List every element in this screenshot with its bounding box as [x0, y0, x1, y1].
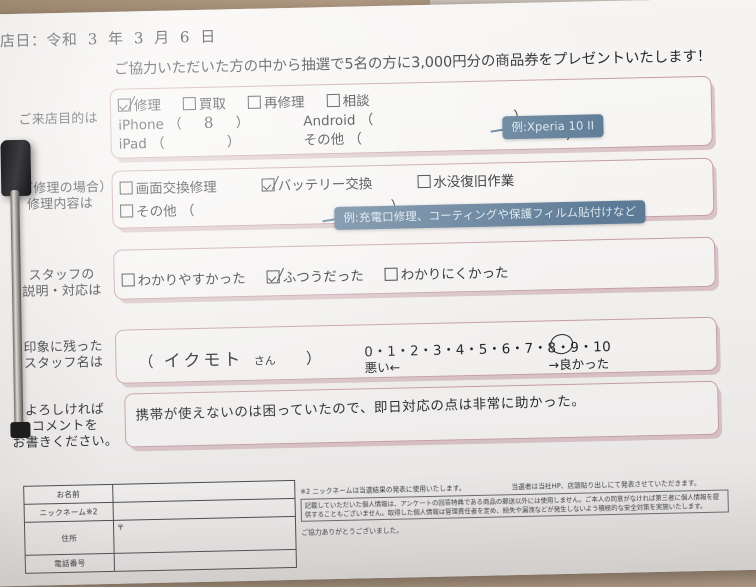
- purpose-option-rerepair[interactable]: 再修理: [247, 91, 305, 112]
- purpose-field-ipad-label: iPad: [118, 136, 148, 153]
- explanation-option-clear[interactable]: わかりやすかった: [121, 267, 246, 290]
- repair-option-battery[interactable]: バッテリー交換: [261, 172, 373, 195]
- purpose-example-tooltip: 例:Xperia 10 II: [502, 114, 604, 140]
- clipboard-clip-rod: [10, 189, 24, 431]
- repair-option-screen[interactable]: 画面交換修理: [119, 176, 217, 198]
- contact-value-address[interactable]: 〒: [113, 516, 297, 554]
- fine-print-note-left: ※2 ニックネームは当選結果の発表に使用いたします。: [300, 484, 466, 496]
- purpose-option-repair[interactable]: 修理: [117, 94, 161, 115]
- contact-value-phone[interactable]: [114, 549, 297, 572]
- staffname-close: ）: [305, 349, 322, 368]
- rating-low-label: 悪い←: [364, 359, 401, 376]
- repair-option-battery-label: バッテリー交換: [277, 176, 373, 195]
- visit-date-label: 来店日：令和: [0, 30, 78, 51]
- purpose-field-other-label: その他: [303, 131, 345, 149]
- visit-date-month-value: 3: [133, 29, 145, 48]
- checkbox-water-damage-icon[interactable]: [417, 174, 431, 189]
- staffname-rating-box[interactable]: （ イクモト さん ） 0・1・2・3・4・5・6・7・8・9・10 悪い← →…: [114, 316, 718, 384]
- checkbox-screen-repair-icon[interactable]: [119, 181, 133, 195]
- contact-info-table[interactable]: お名前 ニックネーム※2 住所 〒 電話番号: [23, 479, 297, 574]
- purpose-field-ipad-close: ）: [226, 134, 241, 151]
- checkbox-normal-icon[interactable]: [266, 270, 280, 284]
- purpose-field-other-open: （: [348, 131, 363, 148]
- fine-print-section: ※2 ニックネームは当選結果の発表に使用いたします。 当選者は当社HP、店頭貼り出…: [300, 476, 729, 537]
- purpose-field-iphone-open: （: [167, 116, 182, 133]
- checkbox-hard-to-understand-icon[interactable]: [384, 267, 398, 281]
- purpose-field-ipad-value[interactable]: [169, 132, 227, 151]
- purpose-row-label: ご来店目的は: [18, 111, 98, 128]
- purpose-field-ipad[interactable]: iPad （ ）: [118, 130, 241, 153]
- checkbox-repair-other-icon[interactable]: [120, 204, 134, 218]
- purpose-answer-box[interactable]: 修理 買取 再修理 相談 iPhone （ 8 ） iPad （ ） Andro…: [109, 75, 713, 159]
- staffname-suffix: さん: [253, 354, 276, 368]
- staffname-value[interactable]: イクモト: [158, 350, 250, 372]
- repair-option-other-label: その他: [136, 203, 177, 221]
- postal-code-mark-icon: 〒: [116, 523, 125, 532]
- contact-label-address: 住所: [24, 520, 115, 556]
- explanation-option-normal-label: ふつうだった: [282, 268, 364, 287]
- explanation-option-unclear-label: わかりにくかった: [400, 265, 509, 284]
- repair-option-screen-label: 画面交換修理: [135, 179, 217, 198]
- explanation-option-clear-label: わかりやすかった: [137, 270, 246, 290]
- rating-high-label: →良かった: [548, 356, 610, 373]
- fine-print-note-right: 当選者は当社HP、店頭貼り出しにて発表させていただきます。: [511, 479, 701, 492]
- staffname-open: （: [138, 352, 154, 372]
- staffname-field[interactable]: （ イクモト さん ）: [138, 343, 321, 372]
- checkbox-rerepair-icon[interactable]: [247, 95, 262, 109]
- explanation-option-unclear[interactable]: わかりにくかった: [384, 261, 509, 284]
- visit-date-year-unit: 年: [107, 29, 124, 48]
- clipboard-clip-foot: [10, 421, 31, 439]
- clipboard-clip-head: [0, 139, 32, 197]
- comment-handwritten-value[interactable]: 携帯が使えないのは困っていたので、即日対応の点は非常に助かった。: [135, 389, 585, 424]
- purpose-field-ipad-open: （: [150, 135, 165, 152]
- explanation-answer-box[interactable]: わかりやすかった ふつうだった わかりにくかった: [113, 236, 716, 300]
- contact-label-phone: 電話番号: [25, 553, 115, 574]
- repair-option-water-label: 水没復旧作業: [433, 173, 515, 191]
- purpose-option-buy[interactable]: 買取: [182, 92, 226, 113]
- visit-date-year-value: 3: [87, 30, 98, 49]
- visit-date-line: 来店日：令和 3 年 3 月 6 日: [0, 26, 216, 52]
- checkbox-battery-icon[interactable]: [261, 178, 275, 192]
- repair-other-open: （: [180, 203, 195, 220]
- checkbox-easy-to-understand-icon[interactable]: [121, 273, 135, 287]
- checkbox-consult-icon[interactable]: [326, 93, 340, 108]
- promotion-banner: ご協力いただいた方の中から抽選で5名の方に3,000円分の商品券をプレゼントいた…: [113, 48, 712, 78]
- checkbox-repair-icon[interactable]: [117, 98, 132, 112]
- visit-date-day-value: 6: [179, 28, 191, 47]
- repair-option-water[interactable]: 水没復旧作業: [417, 169, 514, 191]
- purpose-field-iphone-close: ）: [235, 114, 250, 132]
- purpose-option-consult[interactable]: 相談: [326, 89, 370, 110]
- checkbox-buy-icon[interactable]: [182, 96, 197, 111]
- contact-label-nickname: ニックネーム※2: [24, 502, 114, 523]
- comment-answer-box[interactable]: 携帯が使えないのは困っていたので、即日対応の点は非常に助かった。: [124, 380, 720, 448]
- purpose-field-android-open: （: [359, 112, 374, 129]
- survey-paper-sheet: 来店日：令和 3 年 3 月 6 日 ご協力いただいた方の中から抽選で5名の方に…: [0, 0, 756, 587]
- clipboard-clip: [0, 139, 39, 441]
- visit-date-day-unit: 日: [200, 27, 216, 46]
- contact-label-name: お名前: [23, 484, 114, 505]
- visit-date-month-unit: 月: [153, 28, 170, 47]
- purpose-option-rerepair-label: 再修理: [263, 94, 305, 112]
- explanation-option-normal[interactable]: ふつうだった: [266, 264, 364, 287]
